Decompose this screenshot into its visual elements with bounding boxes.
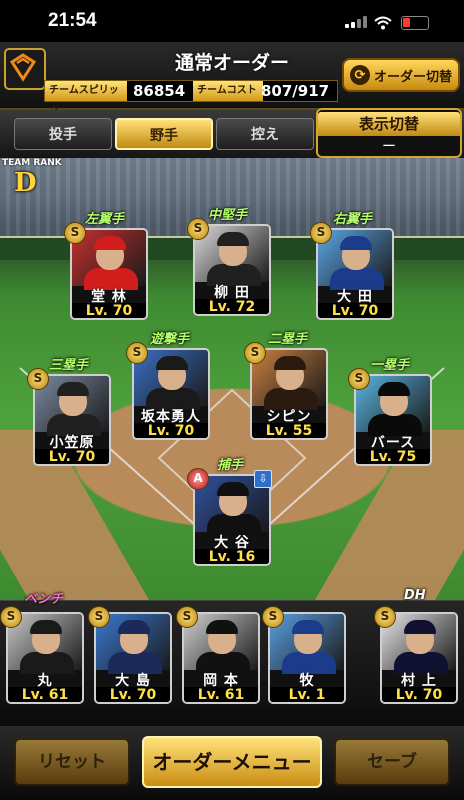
player-card[interactable]: 大 島 Lv. 70	[94, 612, 172, 704]
player-card[interactable]: バース Lv. 75	[354, 374, 432, 466]
player-level: Lv. 1	[270, 687, 344, 702]
position-label: 中堅手	[208, 208, 248, 223]
order-switch-label: オーダー切替	[373, 69, 452, 85]
tab-pitcher[interactable]: 投手	[14, 118, 112, 150]
bench-label: ベンチ	[24, 592, 64, 607]
save-button[interactable]: セーブ	[334, 738, 450, 786]
display-switch-label: 表示切替	[318, 112, 460, 136]
order-switch-button[interactable]: ⟳ オーダー切替	[342, 58, 460, 92]
rarity-badge-icon: S	[0, 606, 22, 628]
rarity-badge-icon: S	[27, 368, 49, 390]
swap-icon: ⟳	[349, 65, 370, 85]
position-label: 左翼手	[85, 212, 125, 227]
rarity-badge-icon: S	[262, 606, 284, 628]
display-switch-button[interactable]: 表示切替 ー	[316, 108, 462, 158]
rarity-badge-icon: S	[126, 342, 148, 364]
player-card[interactable]: 丸 Lv. 61	[6, 612, 84, 704]
cost-value: 807/917	[261, 82, 330, 100]
tab-fielder[interactable]: 野手	[115, 118, 213, 150]
rarity-badge-icon: S	[176, 606, 198, 628]
player-level: Lv. 61	[8, 687, 82, 702]
player-card[interactable]: 大 田 Lv. 70	[316, 228, 394, 320]
team-rank-value: D	[14, 168, 37, 198]
player-level: Lv. 70	[134, 423, 208, 438]
rarity-badge-icon: S	[348, 368, 370, 390]
swap-arrow-icon[interactable]: ⇩	[254, 470, 272, 488]
display-switch-value: ー	[382, 139, 396, 155]
rarity-badge-icon: S	[187, 218, 209, 240]
player-level: Lv. 61	[184, 687, 258, 702]
rarity-badge-icon: A	[187, 468, 209, 490]
footer-bar: リセット オーダーメニュー セーブ	[0, 726, 464, 800]
signal-icon	[345, 16, 367, 28]
player-card[interactable]: 村 上 Lv. 70	[380, 612, 458, 704]
position-label: 遊撃手	[150, 332, 190, 347]
rarity-badge-icon: S	[244, 342, 266, 364]
player-level: Lv. 70	[382, 687, 456, 702]
tab-reserve[interactable]: 控え	[216, 118, 314, 150]
player-card[interactable]: 堂 林 Lv. 70	[70, 228, 148, 320]
rarity-badge-icon: S	[64, 222, 86, 244]
player-card[interactable]: 小笠原 Lv. 70	[33, 374, 111, 466]
order-menu-button[interactable]: オーダーメニュー	[142, 736, 322, 788]
player-level: Lv. 70	[35, 449, 109, 464]
player-card[interactable]: 柳 田 Lv. 72	[193, 224, 271, 316]
team-rank-label: TEAM RANK	[2, 158, 62, 168]
player-level: Lv. 70	[96, 687, 170, 702]
team-stats: チームスピリッツ 86854 チームコスト 807/917	[44, 80, 338, 116]
rarity-badge-icon: S	[374, 606, 396, 628]
status-time: 21:54	[48, 10, 97, 31]
status-bar: 21:54	[0, 0, 464, 42]
wifi-icon	[374, 15, 392, 30]
position-label: 二塁手	[268, 332, 308, 347]
reset-button[interactable]: リセット	[14, 738, 130, 786]
battery-icon	[401, 16, 429, 30]
player-level: Lv. 55	[252, 423, 326, 438]
spirits-label: チームスピリッツ	[45, 81, 127, 116]
player-level: Lv. 70	[318, 303, 392, 318]
player-level: Lv. 72	[195, 299, 269, 314]
dh-label: DH	[404, 588, 426, 603]
player-level: Lv. 75	[356, 449, 430, 464]
player-card[interactable]: シピン Lv. 55	[250, 348, 328, 440]
player-card[interactable]: 岡 本 Lv. 61	[182, 612, 260, 704]
player-card[interactable]: 坂本勇人 Lv. 70	[132, 348, 210, 440]
cost-label: チームコスト	[193, 81, 263, 101]
player-level: Lv. 16	[195, 549, 269, 564]
position-label: 一塁手	[370, 358, 410, 373]
position-label: 捕手	[217, 458, 244, 473]
position-label: 右翼手	[333, 212, 373, 227]
player-level: Lv. 70	[72, 303, 146, 318]
rarity-badge-icon: S	[310, 222, 332, 244]
rarity-badge-icon: S	[88, 606, 110, 628]
position-label: 三塁手	[49, 358, 89, 373]
spirits-value: 86854	[133, 82, 186, 100]
player-card[interactable]: 牧 Lv. 1	[268, 612, 346, 704]
